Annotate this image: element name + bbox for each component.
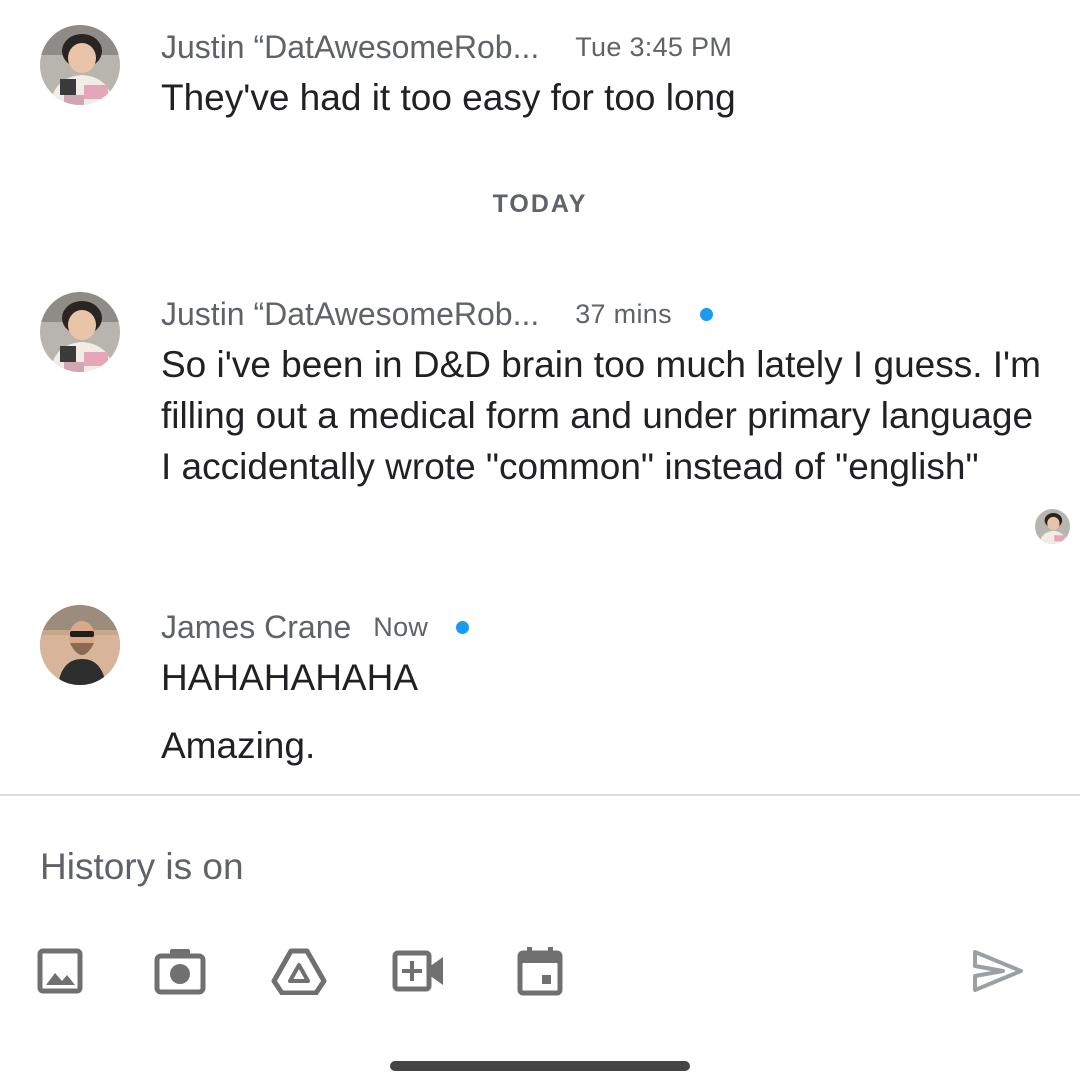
send-icon: [973, 950, 1023, 992]
unread-indicator-icon: [699, 307, 713, 321]
sender-name[interactable]: James Crane: [161, 609, 351, 646]
message-timestamp: Now: [373, 611, 429, 642]
avatar[interactable]: [40, 292, 120, 372]
video-call-button[interactable]: [390, 942, 448, 1000]
message-text: They've had it too easy for too long: [161, 77, 736, 118]
message-timestamp: Tue 3:45 PM: [575, 31, 733, 62]
schedule-event-button[interactable]: [511, 942, 569, 1000]
message-header: James Crane Now: [161, 607, 470, 647]
message-timestamp: 37 mins: [575, 298, 672, 329]
avatar[interactable]: [40, 605, 120, 685]
composer-divider: [0, 794, 1080, 796]
message-header: Justin “DatAwesomeRob... 37 mins: [161, 294, 713, 334]
send-button[interactable]: [969, 942, 1027, 1000]
date-divider: TODAY: [492, 190, 588, 218]
sender-name[interactable]: Justin “DatAwesomeRob...: [161, 296, 539, 333]
message-header: Justin “DatAwesomeRob... Tue 3:45 PM: [161, 27, 732, 67]
avatar[interactable]: [40, 25, 120, 105]
home-gesture-bar[interactable]: [390, 1061, 690, 1071]
google-drive-button[interactable]: [270, 942, 328, 1000]
video-call-icon: [392, 950, 443, 992]
calendar-icon: [517, 947, 563, 996]
drive-icon: [271, 948, 327, 995]
unread-indicator-icon: [456, 620, 470, 634]
attach-image-button[interactable]: [31, 942, 89, 1000]
message-text: Amazing.: [161, 725, 316, 766]
sender-name[interactable]: Justin “DatAwesomeRob...: [161, 29, 539, 66]
image-icon: [37, 948, 83, 994]
message-input[interactable]: [40, 840, 940, 894]
camera-button[interactable]: [151, 942, 209, 1000]
message-text: So i've been in D&D brain too much latel…: [161, 344, 1041, 487]
message-text: HAHAHAHAHA: [161, 657, 418, 698]
camera-icon: [154, 949, 206, 995]
read-receipt-avatar: [1035, 509, 1070, 544]
